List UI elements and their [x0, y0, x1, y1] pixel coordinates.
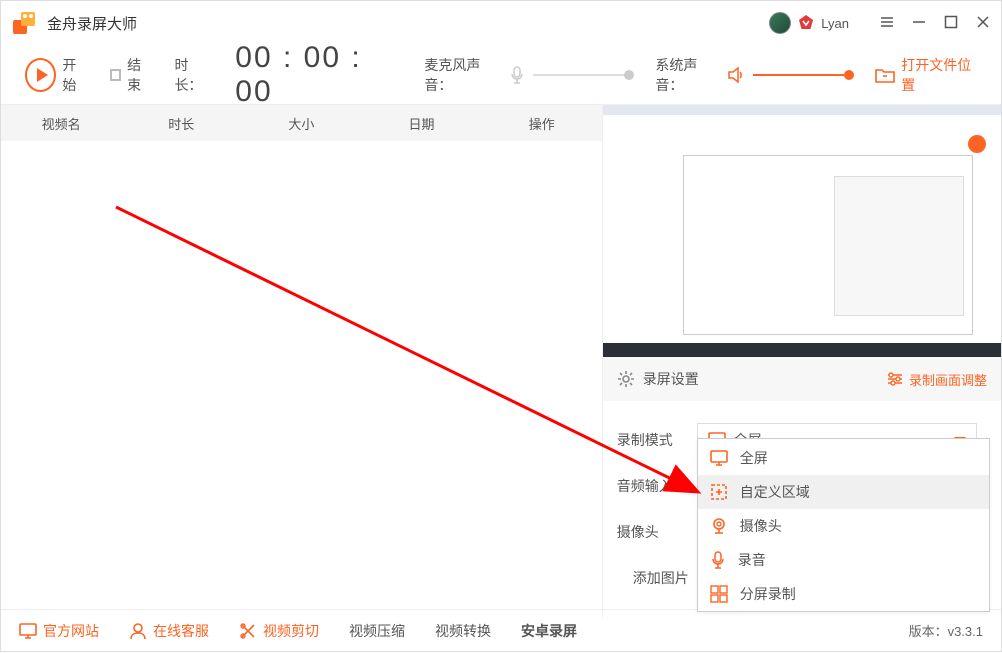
th-size: 大小: [241, 114, 361, 133]
system-volume[interactable]: 系统声音：: [655, 55, 853, 95]
stop-label: 结束: [127, 55, 152, 95]
adjust-button[interactable]: 录制画面调整: [887, 370, 987, 389]
th-name: 视频名: [1, 114, 121, 133]
mic-icon: [509, 66, 525, 84]
minimize-button[interactable]: [911, 15, 927, 31]
version-label: 版本：v3.3.1: [909, 621, 983, 640]
monitor-icon: [710, 450, 728, 466]
open-folder-label: 打开文件位置: [901, 55, 977, 95]
timer: 00 : 00 : 00: [235, 41, 396, 109]
th-duration: 时长: [121, 114, 241, 133]
mic-label: 麦克风声音：: [424, 55, 501, 95]
bottom-convert[interactable]: 视频转换: [435, 621, 491, 641]
gear-icon: [617, 370, 635, 388]
speaker-icon: [727, 66, 745, 84]
sys-label: 系统声音：: [655, 55, 719, 95]
username[interactable]: Lyan: [821, 16, 849, 31]
open-folder-button[interactable]: 打开文件位置: [875, 55, 977, 95]
site-icon: [19, 623, 37, 639]
menu-button[interactable]: [879, 15, 895, 31]
addimg-label: 添加图片: [617, 568, 697, 588]
dropdown-item[interactable]: 自定义区域: [698, 475, 989, 509]
th-actions: 操作: [482, 114, 602, 133]
sliders-icon: [887, 371, 903, 387]
bottom-site[interactable]: 官方网站: [19, 621, 99, 641]
settings-title: 录屏设置: [617, 369, 699, 389]
bottom-android[interactable]: 安卓录屏: [521, 621, 577, 641]
mic-volume[interactable]: 麦克风声音：: [424, 55, 633, 95]
selection-icon: [710, 483, 728, 501]
th-date: 日期: [361, 114, 481, 133]
duration-label: 时长：: [174, 55, 213, 95]
table-body-empty: [1, 141, 602, 609]
mode-label: 录制模式: [617, 430, 697, 450]
bottom-service[interactable]: 在线客服: [129, 621, 209, 641]
webcam-icon: [710, 517, 728, 535]
maximize-button[interactable]: [943, 15, 959, 31]
app-title: 金舟录屏大师: [47, 13, 769, 34]
preview-area: [602, 105, 1001, 357]
folder-icon: [875, 66, 895, 84]
bottom-compress[interactable]: 视频压缩: [349, 621, 405, 641]
vip-badge-icon: [797, 14, 815, 32]
dropdown-item[interactable]: 摄像头: [698, 509, 989, 543]
stop-button[interactable]: 结束: [110, 55, 153, 95]
dropdown-item[interactable]: 分屏录制: [698, 577, 989, 611]
dropdown-item[interactable]: 录音: [698, 543, 989, 577]
avatar[interactable]: [769, 12, 791, 34]
stop-icon: [110, 69, 121, 81]
bottom-clip[interactable]: 视频剪切: [239, 621, 319, 641]
recmic-icon: [710, 551, 726, 569]
service-icon: [129, 622, 147, 640]
start-button[interactable]: 开始: [25, 55, 88, 95]
table-header: 视频名 时长 大小 日期 操作: [1, 105, 602, 141]
audio-label: 音频输入: [617, 476, 697, 496]
play-icon: [25, 58, 56, 92]
app-logo: [11, 9, 39, 37]
dropdown-item[interactable]: 全屏: [698, 441, 989, 475]
close-button[interactable]: [975, 15, 991, 31]
split-icon: [710, 585, 728, 603]
camera-label: 摄像头: [617, 522, 697, 542]
start-label: 开始: [62, 55, 88, 95]
clip-icon: [239, 622, 257, 640]
mode-dropdown[interactable]: 全屏 自定义区域 摄像头 录音 分屏录制: [697, 438, 990, 612]
